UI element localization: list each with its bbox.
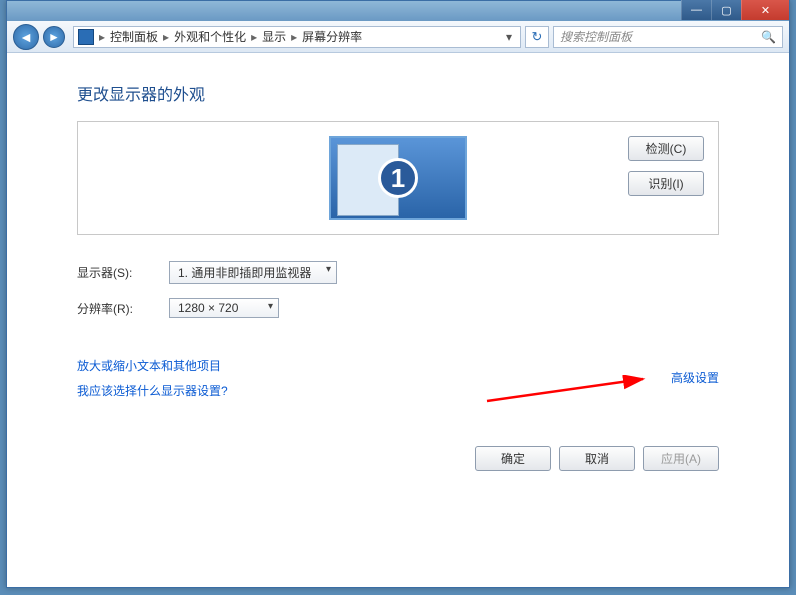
control-panel-icon <box>78 29 94 45</box>
window-controls: — ▢ ✕ <box>681 0 789 20</box>
refresh-button[interactable]: ↻ <box>525 26 549 48</box>
advanced-settings-link[interactable]: 高级设置 <box>671 369 719 386</box>
back-button[interactable]: ◄ <box>13 24 39 50</box>
chevron-right-icon: ▸ <box>96 30 108 44</box>
display-row: 显示器(S): 1. 通用非即插即用监视器 <box>77 261 719 284</box>
help-links: 放大或缩小文本和其他项目 我应该选择什么显示器设置? <box>77 354 719 404</box>
ok-button[interactable]: 确定 <box>475 446 551 471</box>
forward-button[interactable]: ► <box>43 26 65 48</box>
breadcrumb-dropdown-icon[interactable]: ▾ <box>502 30 516 44</box>
monitor-number-badge: 1 <box>378 158 418 198</box>
text-size-link[interactable]: 放大或缩小文本和其他项目 <box>77 359 221 373</box>
display-dropdown[interactable]: 1. 通用非即插即用监视器 <box>169 261 337 284</box>
titlebar[interactable]: — ▢ ✕ <box>7 1 789 21</box>
breadcrumb-item[interactable]: 显示 <box>262 28 286 45</box>
resolution-label: 分辨率(R): <box>77 300 149 317</box>
footer-buttons: 确定 取消 应用(A) <box>475 446 719 471</box>
apply-button[interactable]: 应用(A) <box>643 446 719 471</box>
breadcrumb-item[interactable]: 屏幕分辨率 <box>302 28 362 45</box>
preview-side-buttons: 检测(C) 识别(I) <box>628 136 704 196</box>
breadcrumb-item[interactable]: 外观和个性化 <box>174 28 246 45</box>
search-icon: 🔍 <box>761 30 776 44</box>
which-settings-link[interactable]: 我应该选择什么显示器设置? <box>77 384 228 398</box>
display-preview-box: 1 检测(C) 识别(I) <box>77 121 719 235</box>
maximize-button[interactable]: ▢ <box>711 0 741 20</box>
monitor-thumbnail[interactable]: 1 <box>329 136 467 220</box>
search-input[interactable]: 搜索控制面板 🔍 <box>553 26 783 48</box>
identify-button[interactable]: 识别(I) <box>628 171 704 196</box>
chevron-right-icon: ▸ <box>288 30 300 44</box>
search-placeholder: 搜索控制面板 <box>560 28 632 45</box>
resolution-dropdown[interactable]: 1280 × 720 <box>169 298 279 318</box>
resolution-row: 分辨率(R): 1280 × 720 <box>77 298 719 318</box>
chevron-right-icon: ▸ <box>160 30 172 44</box>
page-title: 更改显示器的外观 <box>77 81 719 105</box>
close-button[interactable]: ✕ <box>741 0 789 20</box>
content-area: 更改显示器的外观 1 检测(C) 识别(I) 显示器(S): 1. 通用非即插即… <box>7 53 789 587</box>
cancel-button[interactable]: 取消 <box>559 446 635 471</box>
window-frame: — ▢ ✕ ◄ ► ▸ 控制面板 ▸ 外观和个性化 ▸ 显示 ▸ 屏幕分辨率 ▾… <box>6 0 790 588</box>
chevron-right-icon: ▸ <box>248 30 260 44</box>
toolbar: ◄ ► ▸ 控制面板 ▸ 外观和个性化 ▸ 显示 ▸ 屏幕分辨率 ▾ ↻ 搜索控… <box>7 21 789 53</box>
minimize-button[interactable]: — <box>681 0 711 20</box>
breadcrumb-item[interactable]: 控制面板 <box>110 28 158 45</box>
display-label: 显示器(S): <box>77 264 149 281</box>
breadcrumb[interactable]: ▸ 控制面板 ▸ 外观和个性化 ▸ 显示 ▸ 屏幕分辨率 ▾ <box>73 26 521 48</box>
detect-button[interactable]: 检测(C) <box>628 136 704 161</box>
